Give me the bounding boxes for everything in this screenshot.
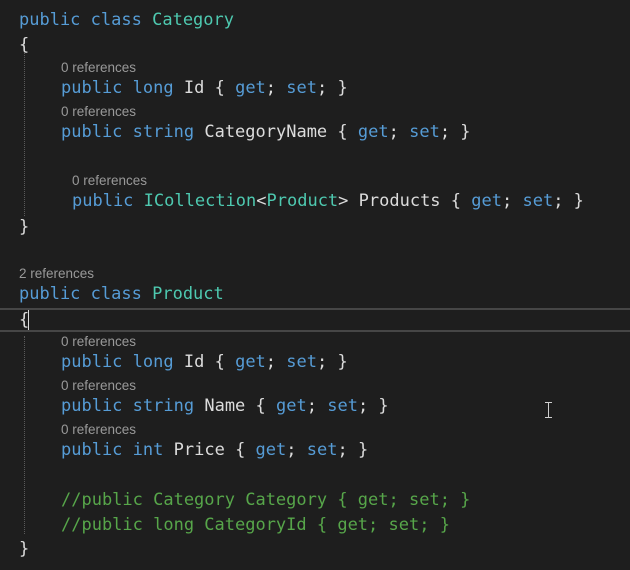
- codelens-cut-off: [20, 0, 84, 2]
- codelens-references[interactable]: 0 references: [61, 377, 136, 395]
- comment-line[interactable]: //public long CategoryId { get; set; }: [61, 513, 450, 537]
- class-name: Category: [152, 10, 234, 30]
- open-brace[interactable]: {: [19, 308, 29, 332]
- property-line[interactable]: public ICollection<Product> Products { g…: [72, 189, 584, 213]
- codelens-references[interactable]: 0 references: [61, 59, 136, 77]
- open-brace[interactable]: {: [19, 33, 29, 57]
- class-declaration-product[interactable]: public class Product: [19, 282, 224, 306]
- property-line[interactable]: public string CategoryName { get; set; }: [61, 120, 471, 144]
- code-editor[interactable]: public class Category { 0 references pub…: [0, 0, 630, 570]
- codelens-references[interactable]: 2 references: [19, 265, 94, 283]
- codelens-references[interactable]: 0 references: [61, 333, 136, 351]
- indent-guide: [24, 42, 25, 216]
- current-line-highlight: [0, 308, 630, 332]
- property-line[interactable]: public long Id { get; set; }: [61, 350, 348, 374]
- close-brace[interactable]: }: [19, 537, 29, 561]
- close-brace[interactable]: }: [19, 215, 29, 239]
- property-line[interactable]: public string Name { get; set; }: [61, 394, 389, 418]
- codelens-references[interactable]: 0 references: [72, 172, 147, 190]
- codelens-references[interactable]: 0 references: [61, 103, 136, 121]
- indent-guide: [24, 336, 25, 534]
- comment-line[interactable]: //public Category Category { get; set; }: [61, 488, 470, 512]
- codelens-references[interactable]: 0 references: [61, 421, 136, 439]
- property-line[interactable]: public int Price { get; set; }: [61, 438, 368, 462]
- class-declaration-category[interactable]: public class Category: [19, 8, 234, 32]
- mouse-ibeam-cursor-icon: [544, 402, 553, 418]
- class-name: Product: [152, 284, 224, 304]
- property-line[interactable]: public long Id { get; set; }: [61, 76, 348, 100]
